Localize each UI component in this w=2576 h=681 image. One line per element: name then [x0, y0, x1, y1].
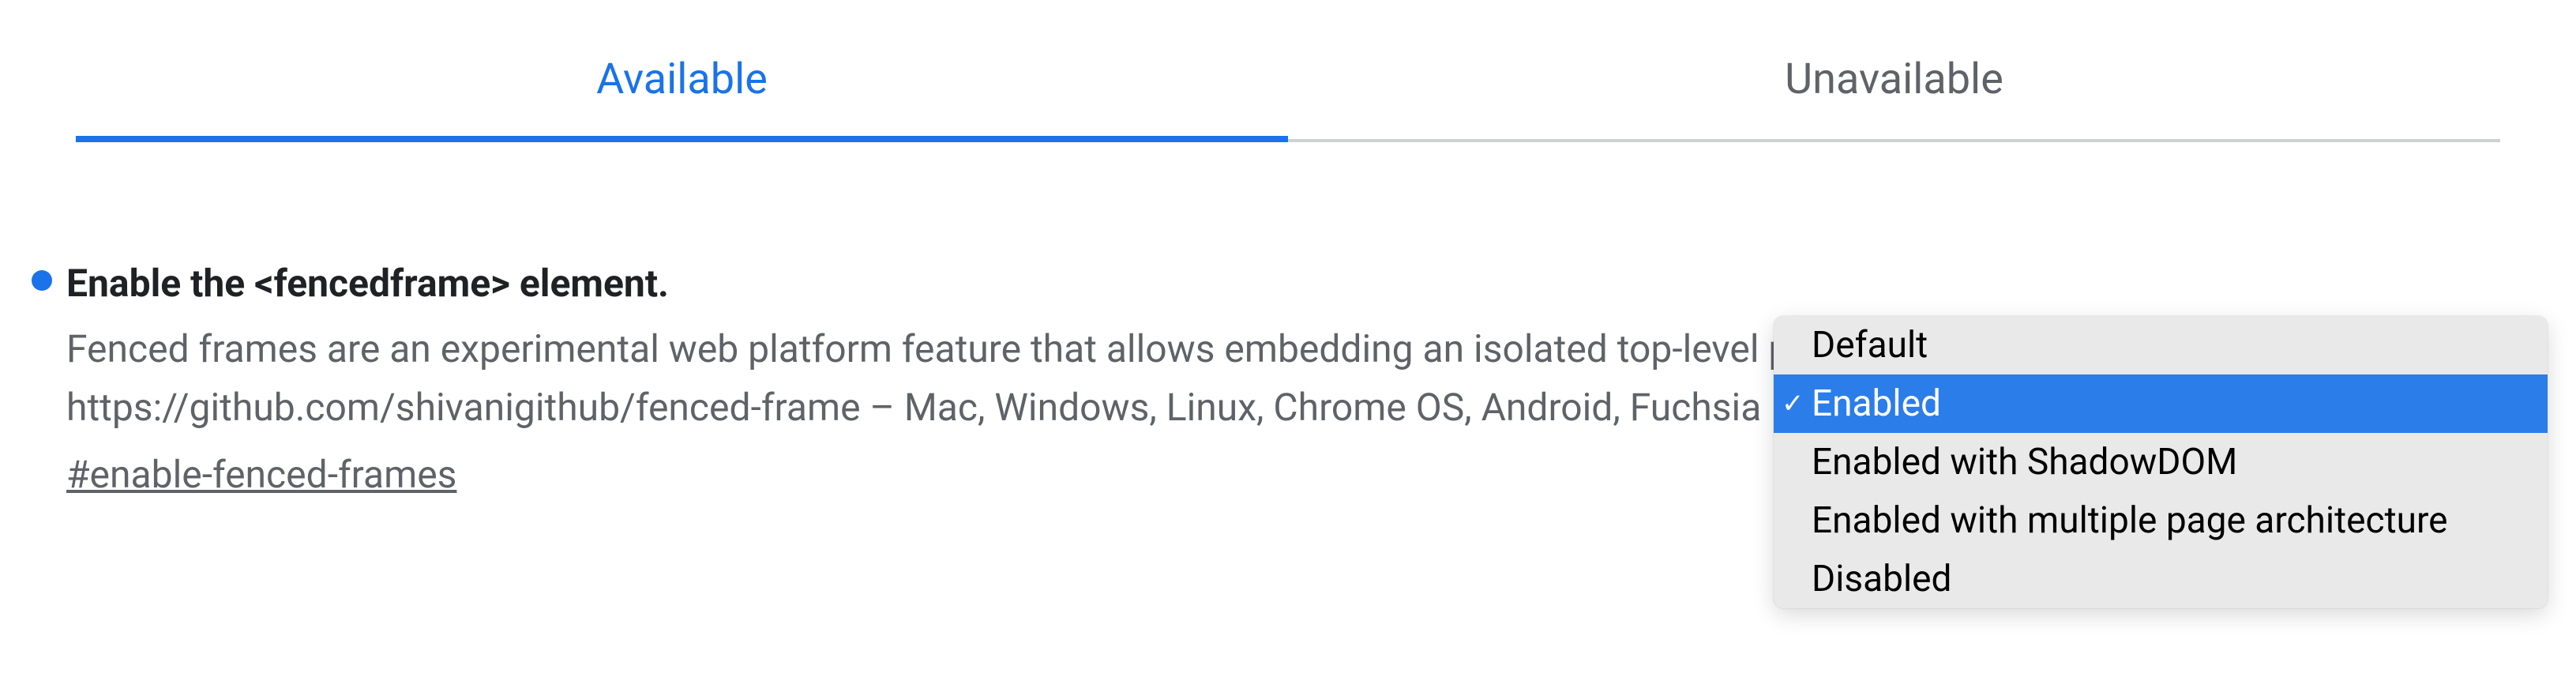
tab-available[interactable]: Available	[76, 0, 1288, 142]
dropdown-option-label: Enabled with multiple page architecture	[1812, 499, 2448, 542]
checkmark-icon: ✓	[1782, 388, 1804, 420]
flag-title: Enable the <fencedframe> element.	[66, 261, 2405, 306]
dropdown-option-label: Enabled	[1812, 382, 1941, 425]
modified-indicator-icon	[32, 270, 52, 291]
tab-unavailable[interactable]: Unavailable	[1288, 0, 2500, 142]
dropdown-option[interactable]: Enabled with ShadowDOM	[1774, 433, 2548, 491]
dropdown-option[interactable]: Default	[1774, 316, 2548, 374]
dropdown-option[interactable]: Enabled with multiple page architecture	[1774, 491, 2548, 550]
tab-unavailable-label: Unavailable	[1785, 55, 2003, 104]
flag-state-dropdown[interactable]: Default✓EnabledEnabled with ShadowDOMEna…	[1774, 316, 2548, 608]
dropdown-option-label: Disabled	[1812, 558, 1952, 600]
dropdown-option-label: Default	[1812, 324, 1928, 367]
dropdown-option-label: Enabled with ShadowDOM	[1812, 441, 2237, 483]
dropdown-option[interactable]: ✓Enabled	[1774, 374, 2548, 433]
tab-available-label: Available	[596, 55, 768, 104]
tabs-container: Available Unavailable	[76, 0, 2500, 142]
flag-hash-link[interactable]: #enable-fenced-frames	[66, 452, 456, 497]
content-area: Enable the <fencedframe> element. Fenced…	[32, 261, 2500, 497]
dropdown-option[interactable]: Disabled	[1774, 550, 2548, 608]
tab-underline-active	[76, 136, 1288, 142]
